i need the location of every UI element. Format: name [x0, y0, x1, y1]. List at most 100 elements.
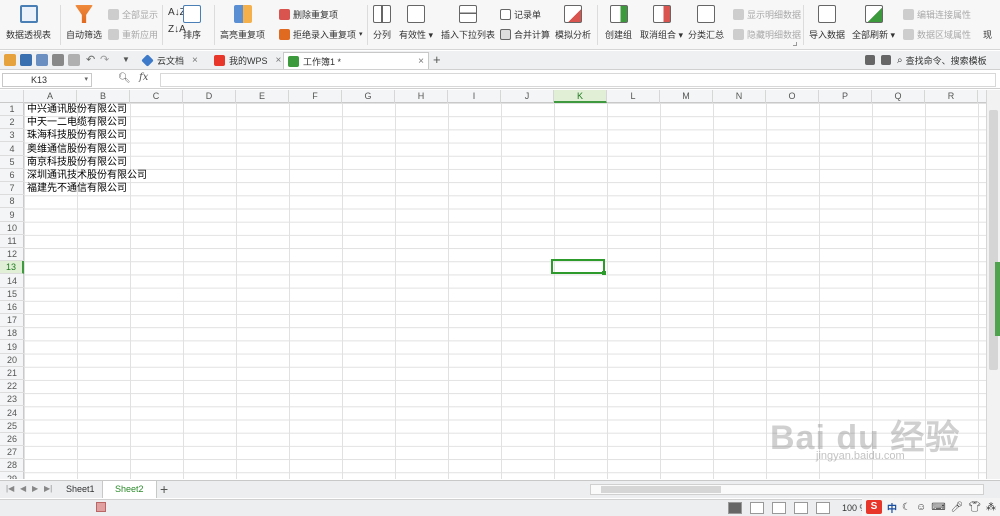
range-props-button[interactable]: 数据区域属性: [903, 27, 971, 41]
scroll-thumb[interactable]: [601, 486, 721, 493]
row-header-15[interactable]: 15: [0, 288, 24, 301]
quick-access-dropdown-icon[interactable]: ▼: [122, 54, 134, 66]
column-header-q[interactable]: Q: [872, 90, 925, 103]
save-icon[interactable]: [20, 54, 32, 66]
row-header-7[interactable]: 7: [0, 182, 24, 196]
highlight-duplicates-button[interactable]: 高亮重复项: [220, 3, 265, 47]
import-data-button[interactable]: 导入数据: [809, 3, 845, 47]
open-folder-icon[interactable]: [4, 54, 16, 66]
column-header-e[interactable]: E: [236, 90, 289, 103]
close-icon[interactable]: ×: [192, 55, 198, 66]
row-header-11[interactable]: 11: [0, 235, 24, 248]
undo-icon[interactable]: ↶: [86, 54, 98, 66]
row-header-13[interactable]: 13: [0, 261, 24, 275]
row-header-4[interactable]: 4: [0, 143, 24, 156]
cell-a1[interactable]: 中兴通讯股份有限公司: [27, 103, 127, 116]
name-box[interactable]: K13 ▾: [2, 73, 92, 87]
ime-language-toggle[interactable]: 中: [887, 500, 897, 515]
row-header-23[interactable]: 23: [0, 393, 24, 407]
column-header-l[interactable]: L: [607, 90, 660, 103]
cell-a6[interactable]: 深圳通讯技术股份有限公司: [27, 169, 147, 182]
column-header-p[interactable]: P: [819, 90, 872, 103]
column-header-f[interactable]: F: [289, 90, 342, 103]
column-header-h[interactable]: H: [395, 90, 448, 103]
insert-dropdown-list-button[interactable]: 插入下拉列表: [441, 3, 495, 47]
auto-filter-button[interactable]: 自动筛选: [66, 3, 102, 47]
row-header-24[interactable]: 24: [0, 407, 24, 420]
row-header-16[interactable]: 16: [0, 301, 24, 314]
row-header-3[interactable]: 3: [0, 129, 24, 143]
chevron-down-icon[interactable]: ▾: [84, 74, 88, 86]
row-header-8[interactable]: 8: [0, 195, 24, 209]
row-header-21[interactable]: 21: [0, 367, 24, 380]
tab-sheet2[interactable]: Sheet2: [102, 481, 157, 498]
add-sheet-button[interactable]: +: [160, 481, 168, 497]
macro-record-icon[interactable]: [96, 502, 106, 512]
moon-icon[interactable]: ☾: [902, 502, 911, 513]
row-header-5[interactable]: 5: [0, 156, 24, 169]
normal-view-button[interactable]: [728, 502, 742, 514]
fill-handle[interactable]: [602, 271, 606, 275]
merge-calc-button[interactable]: 合并计算: [500, 27, 550, 41]
reapply-button[interactable]: 重新应用: [108, 27, 158, 41]
row-header-18[interactable]: 18: [0, 327, 24, 341]
group-settings-icon[interactable]: [793, 42, 797, 46]
row-header-10[interactable]: 10: [0, 222, 24, 235]
remove-duplicates-button[interactable]: 删除重复项: [279, 7, 338, 21]
row-header-22[interactable]: 22: [0, 380, 24, 394]
row-header-27[interactable]: 27: [0, 446, 24, 460]
column-header-b[interactable]: B: [77, 90, 130, 103]
voice-icon[interactable]: 🎤︎: [951, 502, 964, 513]
emoji-icon[interactable]: ☺: [916, 502, 926, 513]
cell-a5[interactable]: 南京科技股份有限公司: [27, 156, 127, 169]
refresh-all-button[interactable]: 全部刷新 ▾: [852, 3, 895, 47]
page-break-view-button[interactable]: [772, 502, 786, 514]
ungroup-button[interactable]: 取消组合 ▾: [640, 3, 683, 47]
show-detail-button[interactable]: 显示明细数据: [733, 7, 801, 21]
new-tab-icon[interactable]: +: [433, 53, 445, 66]
redo-icon[interactable]: ↷: [100, 54, 112, 66]
row-header-6[interactable]: 6: [0, 169, 24, 182]
column-header-o[interactable]: O: [766, 90, 819, 103]
column-header-r[interactable]: R: [925, 90, 978, 103]
pivot-table-button[interactable]: 数据透视表: [6, 3, 51, 47]
row-header-26[interactable]: 26: [0, 433, 24, 446]
tab-my-wps[interactable]: 我的WPS ×: [210, 52, 285, 69]
formula-input[interactable]: [160, 73, 996, 87]
column-header-a[interactable]: A: [24, 90, 77, 103]
side-panel-handle[interactable]: [995, 262, 1000, 336]
row-header-25[interactable]: 25: [0, 420, 24, 433]
print-preview-icon[interactable]: [36, 54, 48, 66]
tab-workbook[interactable]: 工作簿1 * ×: [283, 52, 429, 69]
column-header-n[interactable]: N: [713, 90, 766, 103]
hide-detail-button[interactable]: 隐藏明细数据: [733, 27, 801, 41]
row-header-19[interactable]: 19: [0, 341, 24, 354]
print-icon[interactable]: [52, 54, 64, 66]
row-header-2[interactable]: 2: [0, 116, 24, 130]
row-header-17[interactable]: 17: [0, 314, 24, 328]
tools-icon[interactable]: ⁂: [986, 502, 996, 513]
eye-protection-button[interactable]: [816, 502, 830, 514]
format-painter-icon[interactable]: [68, 54, 80, 66]
selected-cell-k13[interactable]: [551, 259, 606, 275]
column-header-i[interactable]: I: [448, 90, 501, 103]
simulate-analysis-button[interactable]: 模拟分析: [555, 3, 591, 47]
sogou-logo-icon[interactable]: S: [866, 500, 882, 514]
existing-connections-button[interactable]: 现: [983, 27, 992, 41]
last-sheet-icon[interactable]: ▶|: [44, 484, 52, 493]
next-sheet-icon[interactable]: ▶: [32, 484, 38, 493]
column-header-g[interactable]: G: [342, 90, 395, 103]
cell-a4[interactable]: 奥维通信股份有限公司: [27, 143, 127, 156]
validity-button[interactable]: 有效性 ▾: [399, 3, 433, 47]
column-header-c[interactable]: C: [130, 90, 183, 103]
feedback-icon[interactable]: [865, 55, 875, 65]
cell-a7[interactable]: 福建先不通信有限公司: [27, 182, 127, 195]
column-header-j[interactable]: J: [501, 90, 554, 103]
cell-a3[interactable]: 珠海科技股份有限公司: [27, 129, 127, 142]
first-sheet-icon[interactable]: |◀: [6, 484, 14, 493]
edit-link-props-button[interactable]: 编辑连接属性: [903, 7, 971, 21]
close-icon[interactable]: ×: [276, 55, 282, 66]
keyboard-icon[interactable]: ⌨: [931, 502, 945, 513]
skin-icon[interactable]: 👕︎: [968, 502, 981, 513]
help-icon[interactable]: [881, 55, 891, 65]
